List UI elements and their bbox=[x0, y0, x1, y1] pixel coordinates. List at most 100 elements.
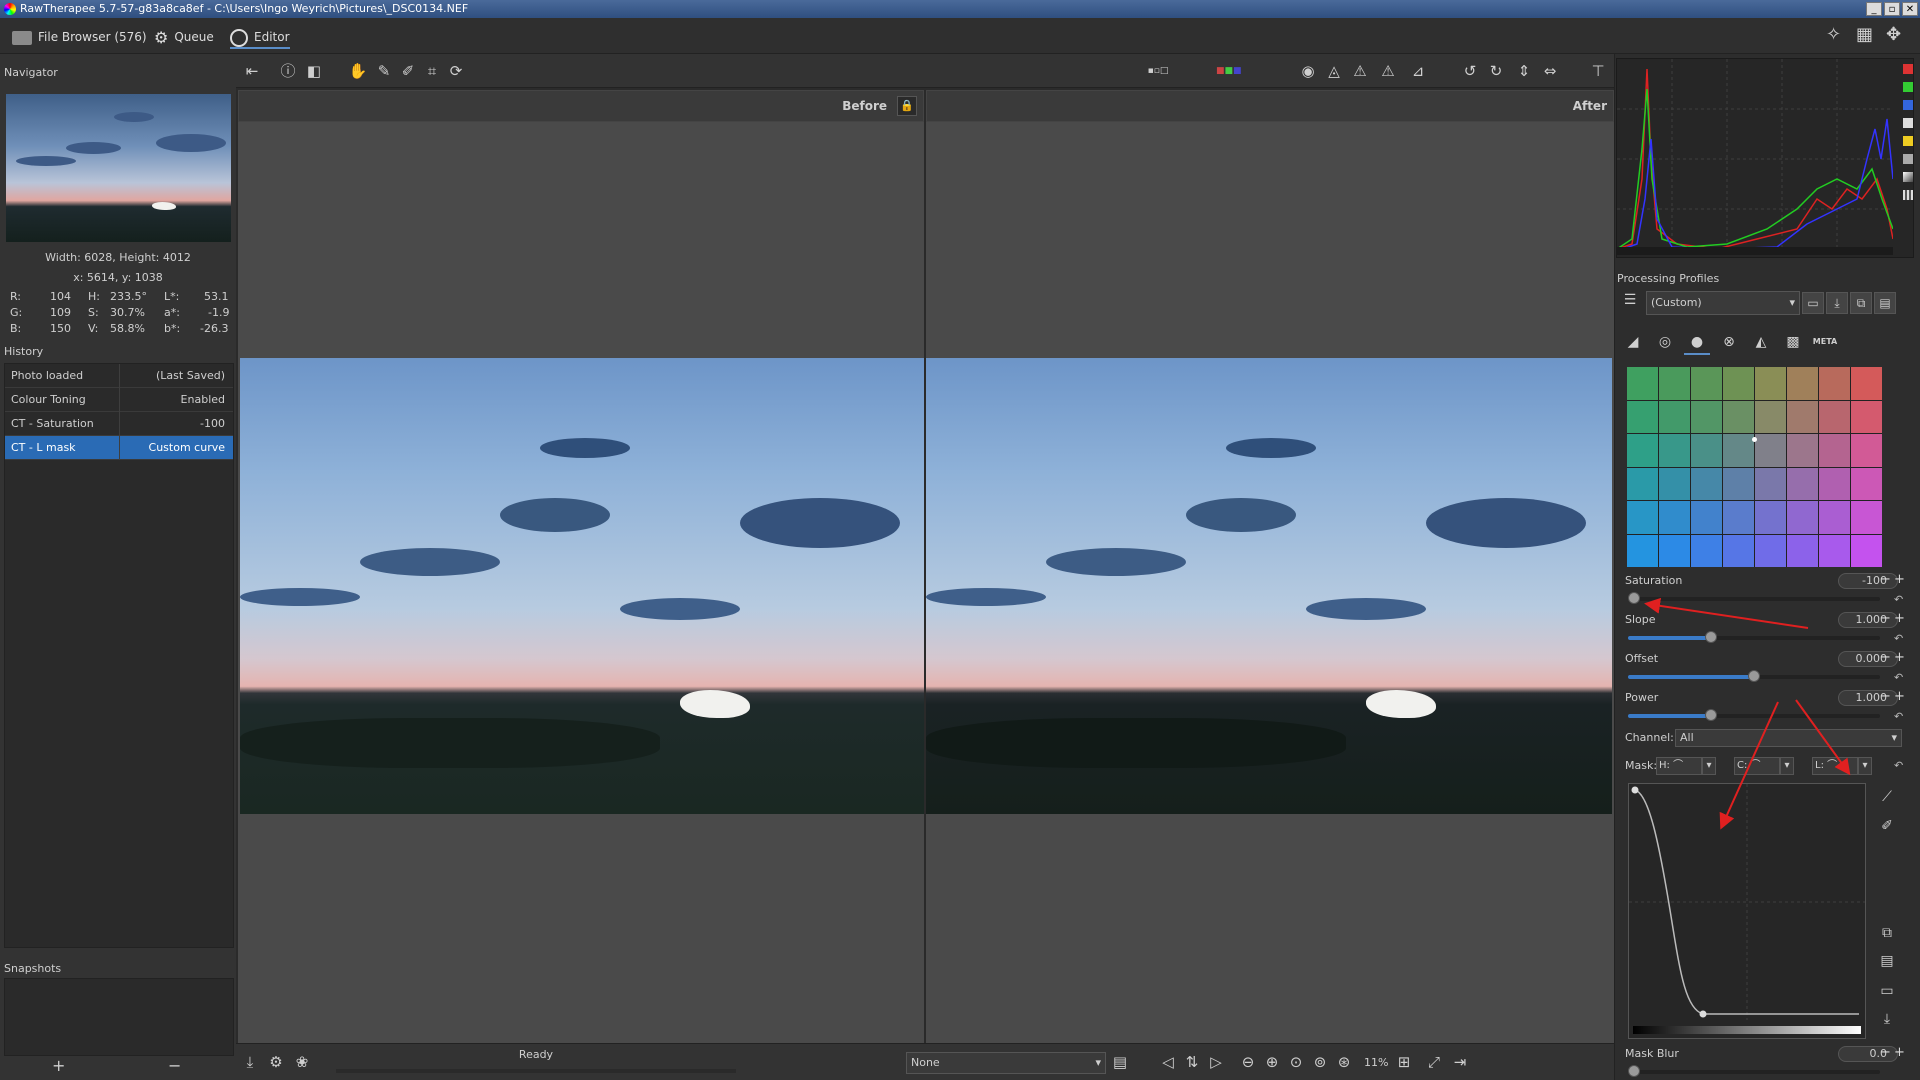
tab-editor[interactable]: Editor bbox=[230, 25, 290, 49]
new-detail-window-icon[interactable]: ⊞ bbox=[1392, 1050, 1416, 1074]
mask-blur-increment[interactable]: + bbox=[1894, 1045, 1905, 1060]
mask-curve-editor[interactable] bbox=[1628, 783, 1866, 1039]
rotate-right-icon[interactable]: ↻ bbox=[1484, 59, 1508, 83]
flip-horizontal-icon[interactable]: ⇔ bbox=[1538, 59, 1562, 83]
fullscreen-toggle-icon[interactable]: ⤢ bbox=[1422, 1050, 1446, 1074]
mask-h-dropdown[interactable]: ▾ bbox=[1702, 757, 1716, 775]
crop-icon[interactable]: ⌗ bbox=[420, 59, 444, 83]
bar-toggle[interactable] bbox=[1903, 172, 1913, 182]
straighten-icon[interactable]: ⟳ bbox=[444, 59, 468, 83]
histogram-mode-toggle[interactable] bbox=[1903, 190, 1913, 200]
power-reset-icon[interactable]: ↶ bbox=[1894, 710, 1903, 723]
mask-blur-knob[interactable] bbox=[1628, 1065, 1640, 1077]
white-balance-picker-icon[interactable]: ✎ bbox=[372, 59, 396, 83]
previous-image-icon[interactable]: ◁ bbox=[1156, 1050, 1180, 1074]
mask-c-dropdown[interactable]: ▾ bbox=[1780, 757, 1794, 775]
copy-profile-icon[interactable]: ⧉ bbox=[1850, 292, 1872, 314]
history-item[interactable]: Colour Toning Enabled bbox=[5, 388, 233, 412]
preferences-icon[interactable]: ▦ bbox=[1856, 24, 1873, 45]
zoom-in-icon[interactable]: ⊕ bbox=[1260, 1050, 1284, 1074]
luminance-toggle[interactable] bbox=[1903, 118, 1913, 128]
highlight-warning-icon[interactable]: ⚠ bbox=[1348, 59, 1372, 83]
next-image-icon[interactable]: ▷ bbox=[1204, 1050, 1228, 1074]
send-to-editor-icon[interactable]: ❀ bbox=[290, 1050, 314, 1074]
mask-reset-icon[interactable]: ↶ bbox=[1894, 759, 1903, 772]
mask-l-dropdown[interactable]: ▾ bbox=[1858, 757, 1872, 775]
offset-knob[interactable] bbox=[1748, 670, 1760, 682]
curve-paste-icon[interactable]: ▤ bbox=[1876, 950, 1898, 972]
tab-meta[interactable]: META bbox=[1812, 329, 1838, 355]
saturation-reset-icon[interactable]: ↶ bbox=[1894, 593, 1903, 606]
tab-advanced[interactable]: ⊗ bbox=[1716, 329, 1742, 355]
curve-edit-point-icon[interactable]: ⟋ bbox=[1876, 786, 1898, 808]
hide-top-panel-icon[interactable]: ⊤ bbox=[1586, 59, 1610, 83]
channel-select[interactable]: All ▾ bbox=[1675, 729, 1902, 747]
offset-reset-icon[interactable]: ↶ bbox=[1894, 671, 1903, 684]
clip-warning-icon[interactable]: ⚠ bbox=[1376, 59, 1400, 83]
channel-preview-icons[interactable]: ■■■ bbox=[1216, 59, 1242, 83]
save-image-icon[interactable]: ⤓ bbox=[238, 1050, 262, 1074]
curve-picker-icon[interactable]: ✐ bbox=[1876, 815, 1898, 837]
profile-select[interactable]: None ▾ bbox=[906, 1052, 1106, 1074]
minimize-button[interactable]: _ bbox=[1866, 2, 1882, 16]
chroma-toggle[interactable] bbox=[1903, 136, 1913, 146]
paste-profile-icon[interactable]: ▤ bbox=[1874, 292, 1896, 314]
load-profile-icon[interactable]: ▭ bbox=[1802, 292, 1824, 314]
slope-decrement[interactable]: − bbox=[1880, 611, 1891, 626]
after-preview[interactable] bbox=[926, 122, 1614, 1043]
slope-reset-icon[interactable]: ↶ bbox=[1894, 632, 1903, 645]
add-snapshot-button[interactable]: + bbox=[52, 1056, 65, 1075]
offset-slider[interactable] bbox=[1628, 670, 1880, 682]
hand-tool-icon[interactable]: ✋ bbox=[346, 59, 370, 83]
power-slider[interactable] bbox=[1628, 709, 1880, 721]
tab-queue[interactable]: ⚙ Queue bbox=[154, 25, 214, 49]
mask-h-curve-button[interactable]: H: ⌒ bbox=[1656, 757, 1702, 775]
history-item-selected[interactable]: CT - L mask Custom curve bbox=[5, 436, 233, 460]
new-detail-window-icon[interactable]: ✧ bbox=[1826, 24, 1841, 45]
focus-mask-icon[interactable]: ◉ bbox=[1296, 59, 1320, 83]
power-increment[interactable]: + bbox=[1894, 689, 1905, 704]
remove-snapshot-button[interactable]: − bbox=[168, 1056, 181, 1075]
color-point-handle[interactable] bbox=[1752, 437, 1757, 442]
before-after-toggle-icon[interactable]: ⊿ bbox=[1406, 59, 1430, 83]
tab-exposure[interactable]: ◢ bbox=[1620, 329, 1646, 355]
before-preview[interactable] bbox=[238, 122, 924, 1043]
fullscreen-icon[interactable]: ✥ bbox=[1886, 24, 1901, 45]
save-profile-icon[interactable]: ⤓ bbox=[1826, 292, 1848, 314]
saturation-slider[interactable] bbox=[1628, 592, 1880, 604]
tab-details[interactable]: ◎ bbox=[1652, 329, 1678, 355]
color-picker-icon[interactable]: ✐ bbox=[396, 59, 420, 83]
slope-slider[interactable] bbox=[1628, 631, 1880, 643]
blue-channel-toggle[interactable] bbox=[1903, 100, 1913, 110]
maximize-button[interactable]: ▫ bbox=[1884, 2, 1900, 16]
navigator-thumbnail[interactable] bbox=[6, 94, 231, 242]
curve-copy-icon[interactable]: ⧉ bbox=[1876, 922, 1898, 944]
color-correction-grid[interactable] bbox=[1627, 367, 1882, 567]
color-management-icon[interactable]: ▤ bbox=[1108, 1050, 1132, 1074]
zoom-out-icon[interactable]: ⊖ bbox=[1236, 1050, 1260, 1074]
history-item[interactable]: Photo loaded (Last Saved) bbox=[5, 364, 233, 388]
mask-blur-decrement[interactable]: − bbox=[1880, 1045, 1891, 1060]
red-channel-toggle[interactable] bbox=[1903, 64, 1913, 74]
flip-vertical-icon[interactable]: ⇕ bbox=[1512, 59, 1536, 83]
close-button[interactable]: ✕ bbox=[1902, 2, 1918, 16]
sync-icon[interactable]: ⇅ bbox=[1180, 1050, 1204, 1074]
profile-combo[interactable]: (Custom) ▾ bbox=[1646, 291, 1800, 315]
mask-c-curve-button[interactable]: C: ⌒ bbox=[1734, 757, 1780, 775]
saturation-decrement[interactable]: − bbox=[1880, 572, 1891, 587]
rotate-left-icon[interactable]: ↺ bbox=[1458, 59, 1482, 83]
saturation-knob[interactable] bbox=[1628, 592, 1640, 604]
zoom-fit-crop-icon[interactable]: ⊚ bbox=[1308, 1050, 1332, 1074]
power-decrement[interactable]: − bbox=[1880, 689, 1891, 704]
slope-increment[interactable]: + bbox=[1894, 611, 1905, 626]
curve-open-icon[interactable]: ▭ bbox=[1876, 980, 1898, 1002]
mask-blur-slider[interactable] bbox=[1628, 1065, 1880, 1077]
shadows-warning-icon[interactable]: ◬ bbox=[1322, 59, 1346, 83]
tab-color[interactable]: ● bbox=[1684, 329, 1710, 355]
offset-increment[interactable]: + bbox=[1894, 650, 1905, 665]
profile-list-icon[interactable]: ☰ bbox=[1618, 292, 1642, 314]
put-to-queue-icon[interactable]: ⚙ bbox=[264, 1050, 288, 1074]
tab-file-browser[interactable]: File Browser (576) bbox=[12, 25, 147, 49]
curve-save-icon[interactable]: ⤓ bbox=[1876, 1008, 1898, 1030]
lock-icon[interactable]: 🔒 bbox=[897, 96, 917, 116]
